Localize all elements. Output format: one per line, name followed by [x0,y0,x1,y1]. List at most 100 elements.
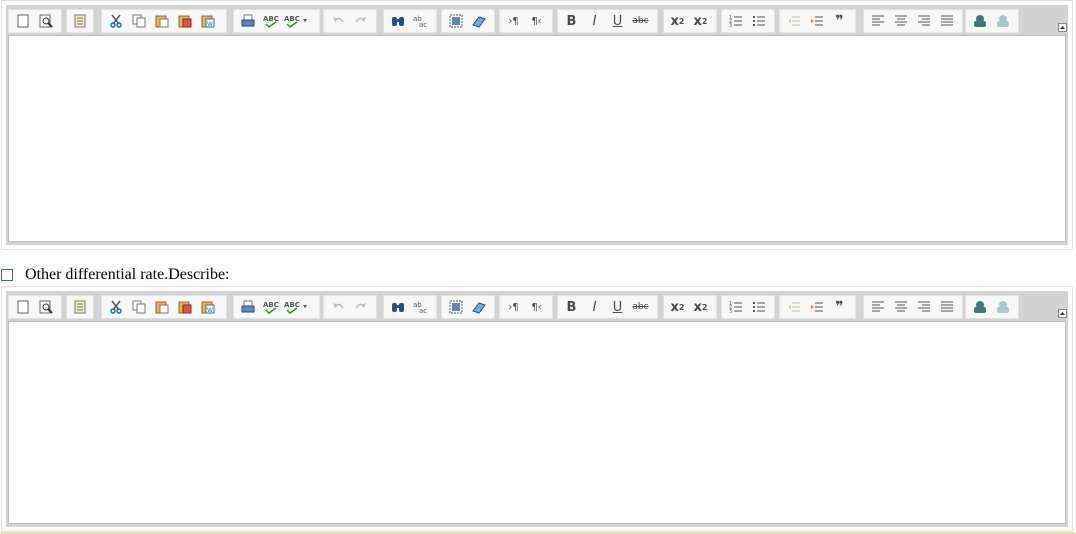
align-left-icon[interactable] [866,297,889,317]
checkbox-label: Other differential rate.Describe: [25,266,230,283]
blockquote-icon[interactable]: ❞ [828,297,851,317]
spell-check-icon[interactable]: ABC [259,11,282,31]
redo-icon[interactable] [349,11,372,31]
toolbar-group-lists: 123 [721,9,775,33]
undo-icon[interactable] [326,11,349,31]
indent-icon[interactable] [805,297,828,317]
toolbar-group-direction: ›¶ ¶‹ [499,295,553,319]
paste-icon[interactable] [150,297,173,317]
toolbar-group-find: ab ac [383,9,437,33]
strike-icon[interactable]: abc [629,11,652,31]
blockquote-icon[interactable]: ❞ [828,11,851,31]
rtl-icon[interactable]: ¶‹ [525,11,548,31]
toolbar-group-indent: ❞ [779,9,856,33]
rich-text-editor: W ABC ABC ab ac ›¶ ¶‹ B I U abc x 2 x 2 … [1,0,1073,250]
unlink-icon[interactable] [991,297,1014,317]
toolbar-group-select [441,9,495,33]
bold-icon[interactable]: B [560,11,583,31]
preview-icon[interactable] [34,297,57,317]
outdent-icon[interactable] [782,297,805,317]
cut-icon[interactable] [104,297,127,317]
remove-format-icon[interactable] [467,11,490,31]
align-right-icon[interactable] [912,297,935,317]
justify-icon[interactable] [935,297,958,317]
link-icon[interactable] [968,11,991,31]
bold-icon[interactable]: B [560,297,583,317]
other-differential-rate-checkbox[interactable] [1,269,13,281]
editor-frame: W ABC ABC ab ac ›¶ ¶‹ B I U abc x 2 x 2 … [6,5,1068,245]
bulleted-list-icon[interactable] [747,11,770,31]
editor-content-area[interactable] [8,35,1066,242]
editor-content-area[interactable] [8,321,1066,524]
print-icon[interactable] [236,297,259,317]
toolbar-group-basicstyles: B I U abc [557,9,658,33]
copy-icon[interactable] [127,11,150,31]
templates-icon[interactable] [69,11,91,31]
superscript-icon[interactable]: x2 [689,11,712,31]
svg-text:3: 3 [729,309,732,314]
italic-icon[interactable]: I [583,297,606,317]
collapse-toolbar-icon[interactable] [1058,309,1067,318]
outdent-icon[interactable] [782,11,805,31]
paste-word-icon[interactable]: W [196,297,219,317]
superscript-icon[interactable]: x2 [689,297,712,317]
select-all-icon[interactable] [444,297,467,317]
link-icon[interactable] [968,297,991,317]
numbered-list-icon[interactable]: 123 [724,11,747,31]
bulleted-list-icon[interactable] [747,297,770,317]
copy-icon[interactable] [127,297,150,317]
svg-text:W: W [207,21,213,28]
subscript-icon[interactable]: x2 [666,297,689,317]
spell-check-as-you-type-icon[interactable]: ABC [282,11,310,31]
toolbar-group-scripts: x2 x2 [663,9,717,33]
toolbar-group-find: ab ac [383,295,437,319]
toolbar-group-basicstyles: B I U abc [557,295,658,319]
underline-icon[interactable]: U [606,297,629,317]
spell-check-icon[interactable]: ABC [259,297,282,317]
underline-icon[interactable]: U [606,11,629,31]
select-all-icon[interactable] [444,11,467,31]
unlink-icon[interactable] [991,11,1014,31]
redo-icon[interactable] [349,297,372,317]
strike-icon[interactable]: abc [629,297,652,317]
new-page-icon[interactable] [11,297,34,317]
preview-icon[interactable] [34,11,57,31]
replace-icon[interactable]: ab ac [409,297,432,317]
italic-icon[interactable]: I [583,11,606,31]
paste-icon[interactable] [150,11,173,31]
toolbar-group-templates [66,9,94,33]
svg-text:ac: ac [419,21,427,28]
editor-toolbar: W ABC ABC ab ac ›¶ ¶‹ B I U abc x 2 x 2 … [6,5,1068,35]
align-center-icon[interactable] [889,297,912,317]
ltr-icon[interactable]: ›¶ [502,297,525,317]
justify-icon[interactable] [935,11,958,31]
templates-icon[interactable] [69,297,91,317]
rtl-icon[interactable]: ¶‹ [525,297,548,317]
cut-icon[interactable] [104,11,127,31]
align-right-icon[interactable] [912,11,935,31]
toolbar-group-clipboard: W [101,9,227,33]
paste-word-icon[interactable]: W [196,11,219,31]
toolbar-group-direction: ›¶ ¶‹ [499,9,553,33]
paste-text-icon[interactable] [173,297,196,317]
toolbar-group-indent: ❞ [779,295,856,319]
ltr-icon[interactable]: ›¶ [502,11,525,31]
collapse-toolbar-icon[interactable] [1058,23,1067,32]
align-center-icon[interactable] [889,11,912,31]
align-left-icon[interactable] [866,11,889,31]
subscript-icon[interactable]: x2 [666,11,689,31]
indent-icon[interactable] [805,11,828,31]
spell-check-as-you-type-icon[interactable]: ABC [282,297,310,317]
toolbar-group-lists: 123 [721,295,775,319]
find-icon[interactable] [386,297,409,317]
editor-toolbar: W ABC ABC ab ac ›¶ ¶‹ B I U abc x 2 x 2 … [6,291,1068,321]
new-page-icon[interactable] [11,11,34,31]
find-icon[interactable] [386,11,409,31]
replace-icon[interactable]: ab ac [409,11,432,31]
print-icon[interactable] [236,11,259,31]
paste-text-icon[interactable] [173,11,196,31]
remove-format-icon[interactable] [467,297,490,317]
undo-icon[interactable] [326,297,349,317]
numbered-list-icon[interactable]: 123 [724,297,747,317]
toolbar-group-history [323,9,377,33]
